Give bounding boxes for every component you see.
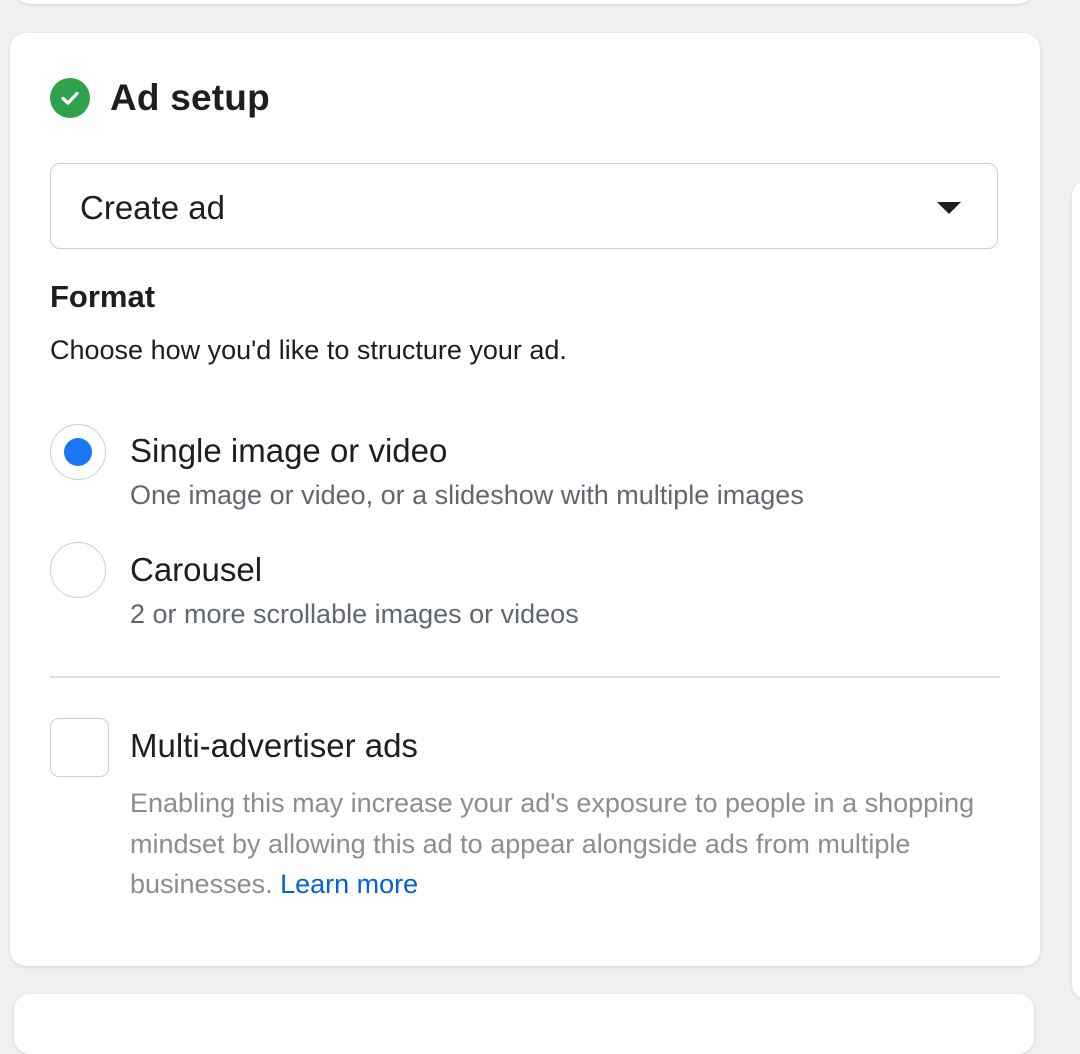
option-label-single-image[interactable]: Single image or video bbox=[130, 432, 447, 470]
multi-advertiser-description-text: Enabling this may increase your ad's exp… bbox=[130, 788, 975, 899]
next-card bbox=[14, 994, 1034, 1054]
option-description-carousel: 2 or more scrollable images or videos bbox=[130, 599, 579, 629]
caret-down-icon bbox=[937, 202, 961, 214]
format-title: Format bbox=[50, 279, 156, 314]
radio-carousel[interactable] bbox=[50, 542, 106, 598]
multi-advertiser-checkbox[interactable] bbox=[50, 718, 109, 777]
format-description: Choose how you'd like to structure your … bbox=[50, 335, 567, 365]
option-label-carousel[interactable]: Carousel bbox=[130, 551, 262, 589]
multi-advertiser-label[interactable]: Multi-advertiser ads bbox=[130, 727, 418, 765]
radio-single-image-or-video[interactable] bbox=[50, 424, 106, 480]
section-title: Ad setup bbox=[110, 77, 270, 118]
previous-card bbox=[14, 0, 1034, 4]
learn-more-link[interactable]: Learn more bbox=[280, 869, 418, 899]
section-header: Ad setup bbox=[50, 77, 270, 119]
ad-setup-card: Ad setup Create ad Format Choose how you… bbox=[10, 33, 1040, 966]
side-panel-card bbox=[1072, 180, 1080, 1000]
divider bbox=[50, 676, 1000, 678]
multi-advertiser-description: Enabling this may increase your ad's exp… bbox=[130, 783, 980, 905]
ad-creation-select[interactable]: Create ad bbox=[50, 163, 998, 249]
select-value: Create ad bbox=[80, 189, 225, 226]
radio-selected-dot bbox=[64, 438, 92, 466]
option-description-single-image: One image or video, or a slideshow with … bbox=[130, 480, 804, 510]
check-circle-icon bbox=[50, 78, 90, 118]
